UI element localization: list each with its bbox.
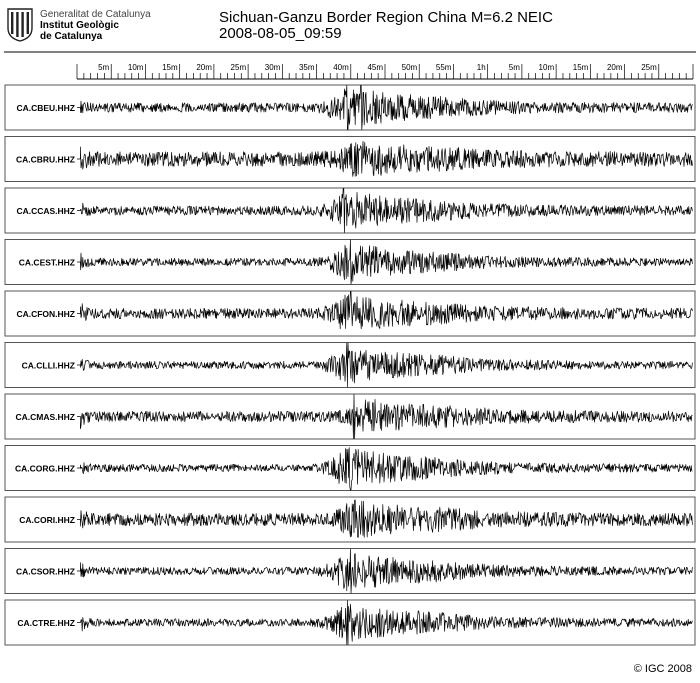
station-label: CA.CLLI.HHZ (22, 361, 75, 371)
time-axis-tick-label: 5m (509, 63, 520, 72)
trace-panel: CA.CBRU.HHZ (4, 136, 696, 182)
station-label: CA.CSOR.HHZ (16, 567, 75, 577)
trace-panel: CA.CLLI.HHZ (4, 342, 696, 388)
time-axis: 5m 10m 15m 20m 25m 30m 35m 40m 45m 50m 55m 1h 5m 10m 1… (76, 63, 694, 80)
seismic-trace (77, 239, 693, 285)
trace-panel: CA.CFON.HHZ (4, 290, 696, 337)
station-label: CA.CORG.HHZ (15, 464, 75, 474)
copyright-notice: © IGC 2008 (633, 663, 692, 675)
time-axis-tick-label: 25m (641, 63, 657, 72)
trace-panel: CA.CBEU.HHZ (4, 84, 696, 131)
seismic-trace (77, 342, 693, 388)
trace-panel: CA.CORG.HHZ (4, 445, 696, 491)
seismic-trace (77, 85, 693, 130)
time-axis-tick-label: 45m (367, 63, 383, 72)
seismic-trace (77, 141, 693, 177)
trace-panel: CA.CMAS.HHZ (4, 393, 696, 440)
time-axis-tick-label: 50m (402, 63, 418, 72)
seismic-trace (77, 499, 693, 538)
time-axis-tick-label: 10m (539, 63, 555, 72)
trace-panel: CA.CCAS.HHZ (4, 187, 696, 234)
station-label: CA.CFON.HHZ (16, 309, 75, 319)
time-axis-tick-label: 20m (607, 63, 623, 72)
station-label: CA.CEST.HHZ (19, 258, 75, 268)
time-axis-tick-label: 25m (231, 63, 247, 72)
time-axis-tick-label: 15m (573, 63, 589, 72)
station-label: CA.CORI.HHZ (19, 515, 75, 525)
time-axis-tick-label: 20m (196, 63, 212, 72)
time-axis-tick-label: 40m (333, 63, 349, 72)
station-label: CA.CCAS.HHZ (16, 206, 75, 216)
seismic-trace (77, 188, 693, 233)
seismic-trace (77, 447, 693, 491)
time-axis-tick-label: 1h (477, 63, 486, 72)
station-label: CA.CMAS.HHZ (16, 412, 76, 422)
trace-panel: CA.CEST.HHZ (4, 239, 696, 285)
station-label: CA.CBEU.HHZ (16, 103, 75, 113)
station-label: CA.CTRE.HHZ (17, 618, 75, 628)
station-label: CA.CBRU.HHZ (16, 155, 75, 165)
time-axis-tick-label: 55m (436, 63, 452, 72)
time-axis-tick-label: 35m (299, 63, 315, 72)
seismogram-chart: 5m 10m 15m 20m 25m 30m 35m 40m 45m 50m 55m 1h 5m 10m 1… (4, 51, 696, 646)
time-axis-tick-label: 15m (162, 63, 178, 72)
trace-panel: CA.CORI.HHZ (4, 496, 696, 543)
seismic-trace (77, 548, 693, 594)
time-axis-tick-label: 30m (265, 63, 281, 72)
time-axis-tick-label: 10m (128, 63, 144, 72)
trace-panel: CA.CTRE.HHZ (4, 599, 696, 646)
seismic-trace (77, 600, 693, 645)
trace-panel: CA.CSOR.HHZ (4, 548, 696, 594)
seismic-trace (77, 394, 693, 439)
seismic-trace (77, 291, 693, 330)
time-axis-tick-label: 5m (98, 63, 109, 72)
